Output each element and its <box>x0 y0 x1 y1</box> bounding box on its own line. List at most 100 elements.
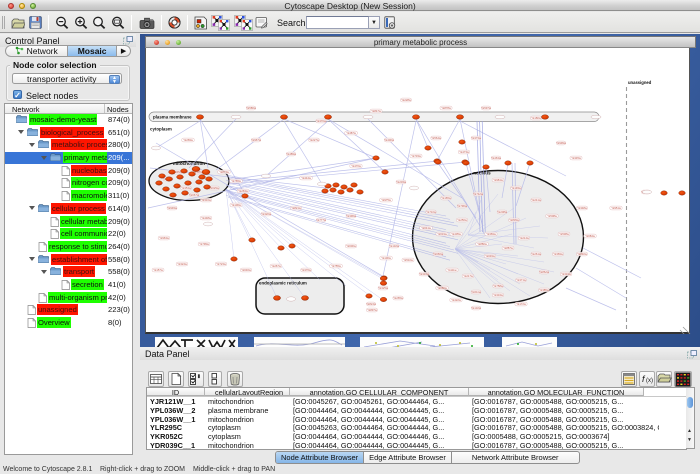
svg-text:Yk228w: Yk228w <box>401 98 411 102</box>
svg-text:Yk263w: Yk263w <box>238 189 248 193</box>
svg-text:Yk100w: Yk100w <box>381 256 391 260</box>
svg-text:Yk334w: Yk334w <box>493 293 503 297</box>
svg-text:Yk217w: Yk217w <box>463 274 473 278</box>
svg-text:Yk967w: Yk967w <box>251 138 261 142</box>
svg-text:Yk564w: Yk564w <box>431 136 441 140</box>
svg-text:Yk680w: Yk680w <box>437 286 447 290</box>
svg-text:Yk887w: Yk887w <box>503 246 513 250</box>
svg-text:Yk510w: Yk510w <box>403 258 413 262</box>
svg-text:Yk641w: Yk641w <box>421 226 431 230</box>
svg-text:Yk508w: Yk508w <box>547 214 557 218</box>
svg-text:Yk180w: Yk180w <box>531 116 541 120</box>
svg-text:Yk193w: Yk193w <box>511 186 521 190</box>
svg-text:Yk799w: Yk799w <box>199 242 209 246</box>
svg-text:Yk619w: Yk619w <box>437 232 447 236</box>
svg-text:mitochondrion: mitochondrion <box>173 161 205 166</box>
svg-text:Yk132w: Yk132w <box>471 306 481 310</box>
svg-text:Yk369w: Yk369w <box>553 252 563 256</box>
svg-text:Yk796w: Yk796w <box>457 204 467 208</box>
svg-text:Yk353w: Yk353w <box>181 186 191 190</box>
svg-text:Yk487w: Yk487w <box>346 131 356 135</box>
svg-text:Yk597w: Yk597w <box>481 106 491 110</box>
svg-text:Yk489w: Yk489w <box>286 152 296 156</box>
svg-text:Yk758w: Yk758w <box>493 284 503 288</box>
svg-text:Yk369w: Yk369w <box>486 232 496 236</box>
svg-text:Yk256w: Yk256w <box>457 218 467 222</box>
svg-text:Yk106w: Yk106w <box>231 203 241 207</box>
svg-text:Yk975w: Yk975w <box>381 198 391 202</box>
svg-text:Yk600w: Yk600w <box>346 244 356 248</box>
svg-text:Yk880w: Yk880w <box>477 242 487 246</box>
svg-text:Yk611w: Yk611w <box>471 290 480 294</box>
svg-text:Yk470w: Yk470w <box>351 164 361 168</box>
svg-text:Yk824w: Yk824w <box>366 302 376 306</box>
svg-text:Yk538w: Yk538w <box>559 232 569 236</box>
svg-text:cytoplasm: cytoplasm <box>150 126 172 131</box>
svg-text:Yk132w: Yk132w <box>389 244 399 248</box>
svg-text:Yk710w: Yk710w <box>426 210 436 214</box>
svg-text:Yk667w: Yk667w <box>189 193 199 197</box>
svg-text:Yk981w: Yk981w <box>493 178 503 182</box>
svg-text:Yk629w: Yk629w <box>209 186 219 190</box>
svg-text:Yk463w: Yk463w <box>491 156 501 160</box>
svg-text:Yk765w: Yk765w <box>231 179 241 183</box>
svg-text:Yk319w: Yk319w <box>561 272 571 276</box>
svg-text:Yk385w: Yk385w <box>539 288 549 292</box>
svg-text:Yk348w: Yk348w <box>577 206 587 210</box>
svg-text:Yk878w: Yk878w <box>441 106 451 110</box>
svg-text:unassigned: unassigned <box>628 80 652 85</box>
svg-text:Yk269w: Yk269w <box>183 138 193 142</box>
svg-text:Yk777w: Yk777w <box>316 218 326 222</box>
svg-text:(x): (x) <box>646 378 653 384</box>
svg-text:Yk371w: Yk371w <box>516 278 526 282</box>
svg-text:Yk373w: Yk373w <box>471 136 481 140</box>
svg-text:Yk646w: Yk646w <box>241 268 251 272</box>
svg-text:Yk993w: Yk993w <box>167 206 177 210</box>
svg-text:Yk241w: Yk241w <box>531 198 541 202</box>
svg-text:nucleus: nucleus <box>473 170 491 175</box>
svg-text:Yk405w: Yk405w <box>451 232 461 236</box>
svg-text:Yk963w: Yk963w <box>159 236 169 240</box>
svg-text:Yk316w: Yk316w <box>201 198 211 202</box>
svg-text:Yk172w: Yk172w <box>516 302 526 306</box>
svg-text:Yk165w: Yk165w <box>441 196 451 200</box>
svg-text:Yk473w: Yk473w <box>459 150 469 154</box>
svg-text:Yk157w: Yk157w <box>153 268 163 272</box>
svg-text:Yk267w: Yk267w <box>271 264 281 268</box>
svg-text:Yk586w: Yk586w <box>246 106 256 110</box>
svg-text:Yk376w: Yk376w <box>301 268 311 272</box>
svg-text:Yk755w: Yk755w <box>331 264 341 268</box>
svg-text:plasma membrane: plasma membrane <box>153 114 192 119</box>
svg-text:Yk897w: Yk897w <box>367 308 377 312</box>
svg-text:Yk873w: Yk873w <box>219 170 229 174</box>
svg-text:Yk208w: Yk208w <box>497 210 507 214</box>
svg-text:Yk733w: Yk733w <box>411 154 421 158</box>
svg-text:Yk345w: Yk345w <box>571 156 581 160</box>
svg-text:Yk951w: Yk951w <box>611 206 621 210</box>
svg-text:Yk723w: Yk723w <box>216 262 226 266</box>
svg-text:Yk448w: Yk448w <box>201 216 211 220</box>
svg-text:Yk227w: Yk227w <box>309 138 319 142</box>
svg-text:Yk111w: Yk111w <box>447 268 456 272</box>
svg-text:Yk862w: Yk862w <box>539 270 549 274</box>
svg-text:Yk400w: Yk400w <box>384 138 394 142</box>
svg-text:Yk396w: Yk396w <box>346 214 356 218</box>
svg-text:Yk742w: Yk742w <box>473 192 483 196</box>
svg-text:Yk265w: Yk265w <box>393 296 403 300</box>
svg-text:Yk649w: Yk649w <box>485 254 495 258</box>
svg-text:Yk666w: Yk666w <box>433 252 443 256</box>
svg-text:Yk261w: Yk261w <box>531 252 541 256</box>
svg-text:Yk324w: Yk324w <box>177 262 187 266</box>
svg-text:Yk316w: Yk316w <box>419 272 429 276</box>
svg-text:Yk422w: Yk422w <box>451 298 461 302</box>
svg-text:Yk325w: Yk325w <box>378 286 388 290</box>
svg-text:▮: ▮ <box>198 374 201 380</box>
svg-text:Yk203w: Yk203w <box>396 180 406 184</box>
svg-text:Yk839w: Yk839w <box>509 218 519 222</box>
svg-text:endoplasmic reticulum: endoplasmic reticulum <box>259 280 307 285</box>
svg-text:Yk999w: Yk999w <box>556 141 566 145</box>
svg-text:Yk320w: Yk320w <box>261 212 271 216</box>
svg-text:Yk214w: Yk214w <box>519 236 529 240</box>
svg-text:Yk840w: Yk840w <box>577 252 587 256</box>
svg-text:Yk370w: Yk370w <box>316 119 326 123</box>
